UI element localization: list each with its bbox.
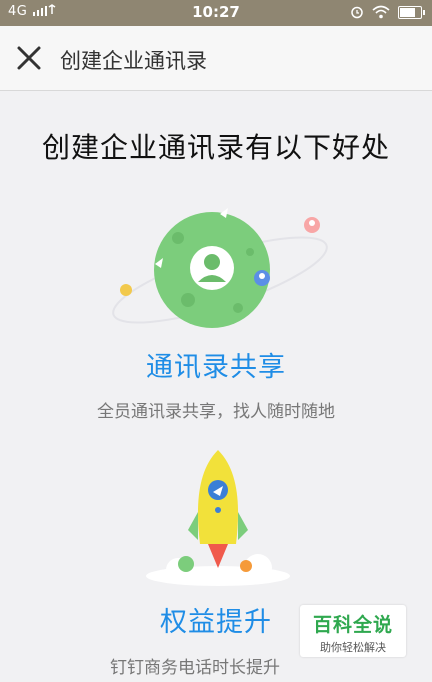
app-bar: 创建企业通讯录 (0, 26, 432, 91)
page-title: 创建企业通讯录 (60, 49, 207, 73)
planet-contact-icon (112, 208, 328, 328)
alarm-icon (351, 6, 363, 19)
feature-description-contacts: 全员通讯录共享，找人随时随地 (97, 402, 335, 422)
close-button[interactable] (14, 43, 44, 73)
watermark-logo: 百科全说 (312, 614, 393, 636)
status-icons (350, 5, 425, 19)
battery-icon (398, 5, 425, 19)
close-icon (17, 46, 41, 70)
wifi-icon (372, 5, 390, 19)
watermark-badge: 百科全说 助你轻松解决 (300, 605, 406, 657)
feature-description-benefits: 钉钉商务电话时长提升 (110, 658, 280, 678)
status-bar: 4G 10:27 (0, 0, 432, 26)
watermark-subtitle: 助你轻松解决 (320, 641, 386, 654)
rocket-icon (146, 450, 290, 586)
feature-title-contacts: 通讯录共享 (146, 352, 286, 383)
benefits-headline: 创建企业通讯录有以下好处 (41, 131, 390, 164)
